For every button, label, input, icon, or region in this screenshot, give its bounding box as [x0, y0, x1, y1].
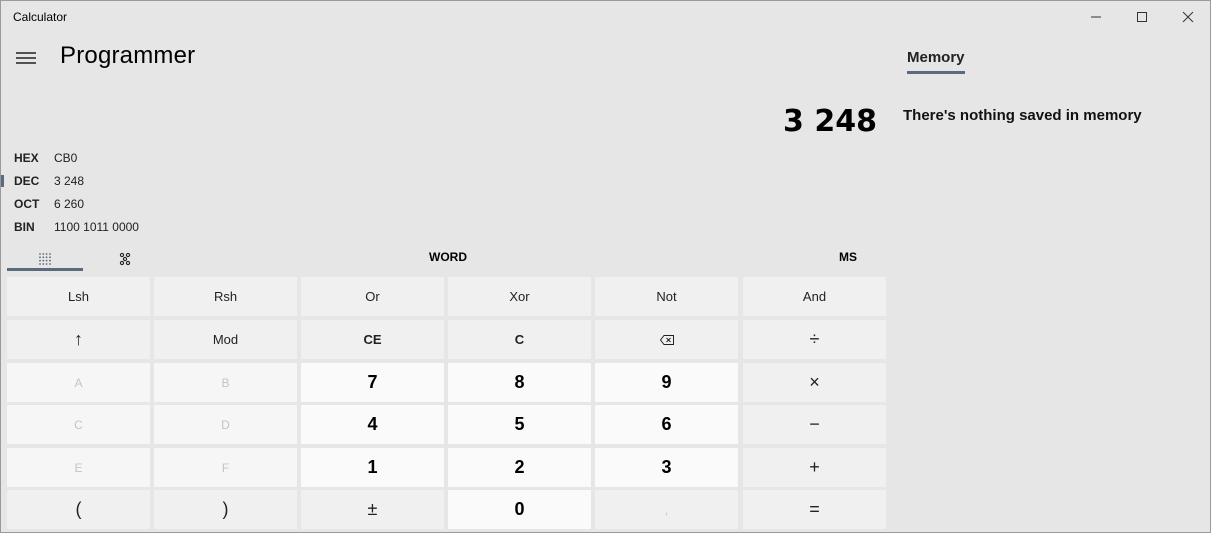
decimal-separator-button[interactable]: ,: [595, 490, 738, 529]
hex-a-button[interactable]: A: [7, 363, 150, 402]
digit-8-button[interactable]: 8: [448, 363, 591, 402]
mode-title: Programmer: [60, 42, 196, 69]
hex-b-button[interactable]: B: [154, 363, 297, 402]
app-title: Calculator: [13, 10, 68, 24]
minimize-button[interactable]: [1073, 1, 1119, 33]
tab-memory[interactable]: Memory: [907, 49, 965, 66]
hex-d-button[interactable]: D: [154, 405, 297, 444]
bit-toggling-keypad-icon: [119, 252, 131, 266]
memory-empty-message: There's nothing saved in memory: [903, 107, 1142, 124]
radix-label: DEC: [14, 174, 40, 188]
title-bar: Calculator: [1, 1, 1210, 33]
divide-button[interactable]: ÷: [743, 320, 886, 359]
result-display: 3 248: [783, 104, 877, 139]
digit-3-button[interactable]: 3: [595, 448, 738, 487]
maximize-button[interactable]: [1119, 1, 1165, 33]
rsh-button[interactable]: Rsh: [154, 277, 297, 316]
equals-button[interactable]: =: [743, 490, 886, 529]
radix-value: 6 260: [54, 197, 85, 211]
radix-value: CB0: [54, 151, 78, 165]
radix-label: OCT: [14, 197, 40, 211]
negate-button[interactable]: ±: [301, 490, 444, 529]
shift-button[interactable]: ↑: [7, 320, 150, 359]
digit-1-button[interactable]: 1: [301, 448, 444, 487]
not-button[interactable]: Not: [595, 277, 738, 316]
xor-button[interactable]: Xor: [448, 277, 591, 316]
full-keypad-icon: [39, 253, 51, 265]
clear-button[interactable]: C: [448, 320, 591, 359]
maximize-icon: [1137, 12, 1147, 22]
radix-dec[interactable]: DEC 3 248: [1, 171, 301, 191]
hex-f-button[interactable]: F: [154, 448, 297, 487]
or-button[interactable]: Or: [301, 277, 444, 316]
backspace-button[interactable]: [595, 320, 738, 359]
close-button[interactable]: [1165, 1, 1211, 33]
open-paren-button[interactable]: (: [7, 490, 150, 529]
add-button[interactable]: +: [743, 448, 886, 487]
digit-0-button[interactable]: 0: [448, 490, 591, 529]
radix-oct[interactable]: OCT 6 260: [1, 194, 301, 214]
subtract-button[interactable]: −: [743, 405, 886, 444]
multiply-button[interactable]: ×: [743, 363, 886, 402]
clear-entry-button[interactable]: CE: [301, 320, 444, 359]
digit-7-button[interactable]: 7: [301, 363, 444, 402]
radix-bin[interactable]: BIN 1100 1011 0000: [1, 217, 301, 237]
radix-value: 3 248: [54, 174, 85, 188]
backspace-icon: [659, 334, 674, 345]
word-size-button[interactable]: WORD: [406, 250, 490, 268]
memory-tab-underline: [907, 71, 965, 74]
navigation-menu-button[interactable]: [9, 43, 43, 73]
radix-label: HEX: [14, 151, 39, 165]
close-icon: [1182, 11, 1194, 23]
hex-e-button[interactable]: E: [7, 448, 150, 487]
minimize-icon: [1091, 16, 1101, 18]
mod-button[interactable]: Mod: [154, 320, 297, 359]
radix-hex[interactable]: HEX CB0: [1, 148, 301, 168]
digit-5-button[interactable]: 5: [448, 405, 591, 444]
tab-bit-toggling-keypad[interactable]: [89, 245, 161, 273]
radix-value: 1100 1011 0000: [54, 220, 139, 234]
and-button[interactable]: And: [743, 277, 886, 316]
hex-c-button[interactable]: C: [7, 405, 150, 444]
hamburger-menu-icon: [16, 52, 36, 64]
digit-2-button[interactable]: 2: [448, 448, 591, 487]
calculator-window: Calculator Programmer 3 248 HEX CB0 DEC …: [0, 0, 1211, 533]
radix-label: BIN: [14, 220, 35, 234]
digit-9-button[interactable]: 9: [595, 363, 738, 402]
digit-4-button[interactable]: 4: [301, 405, 444, 444]
lsh-button[interactable]: Lsh: [7, 277, 150, 316]
memory-store-button[interactable]: MS: [827, 250, 869, 268]
active-tab-underline: [7, 268, 83, 271]
close-paren-button[interactable]: ): [154, 490, 297, 529]
digit-6-button[interactable]: 6: [595, 405, 738, 444]
